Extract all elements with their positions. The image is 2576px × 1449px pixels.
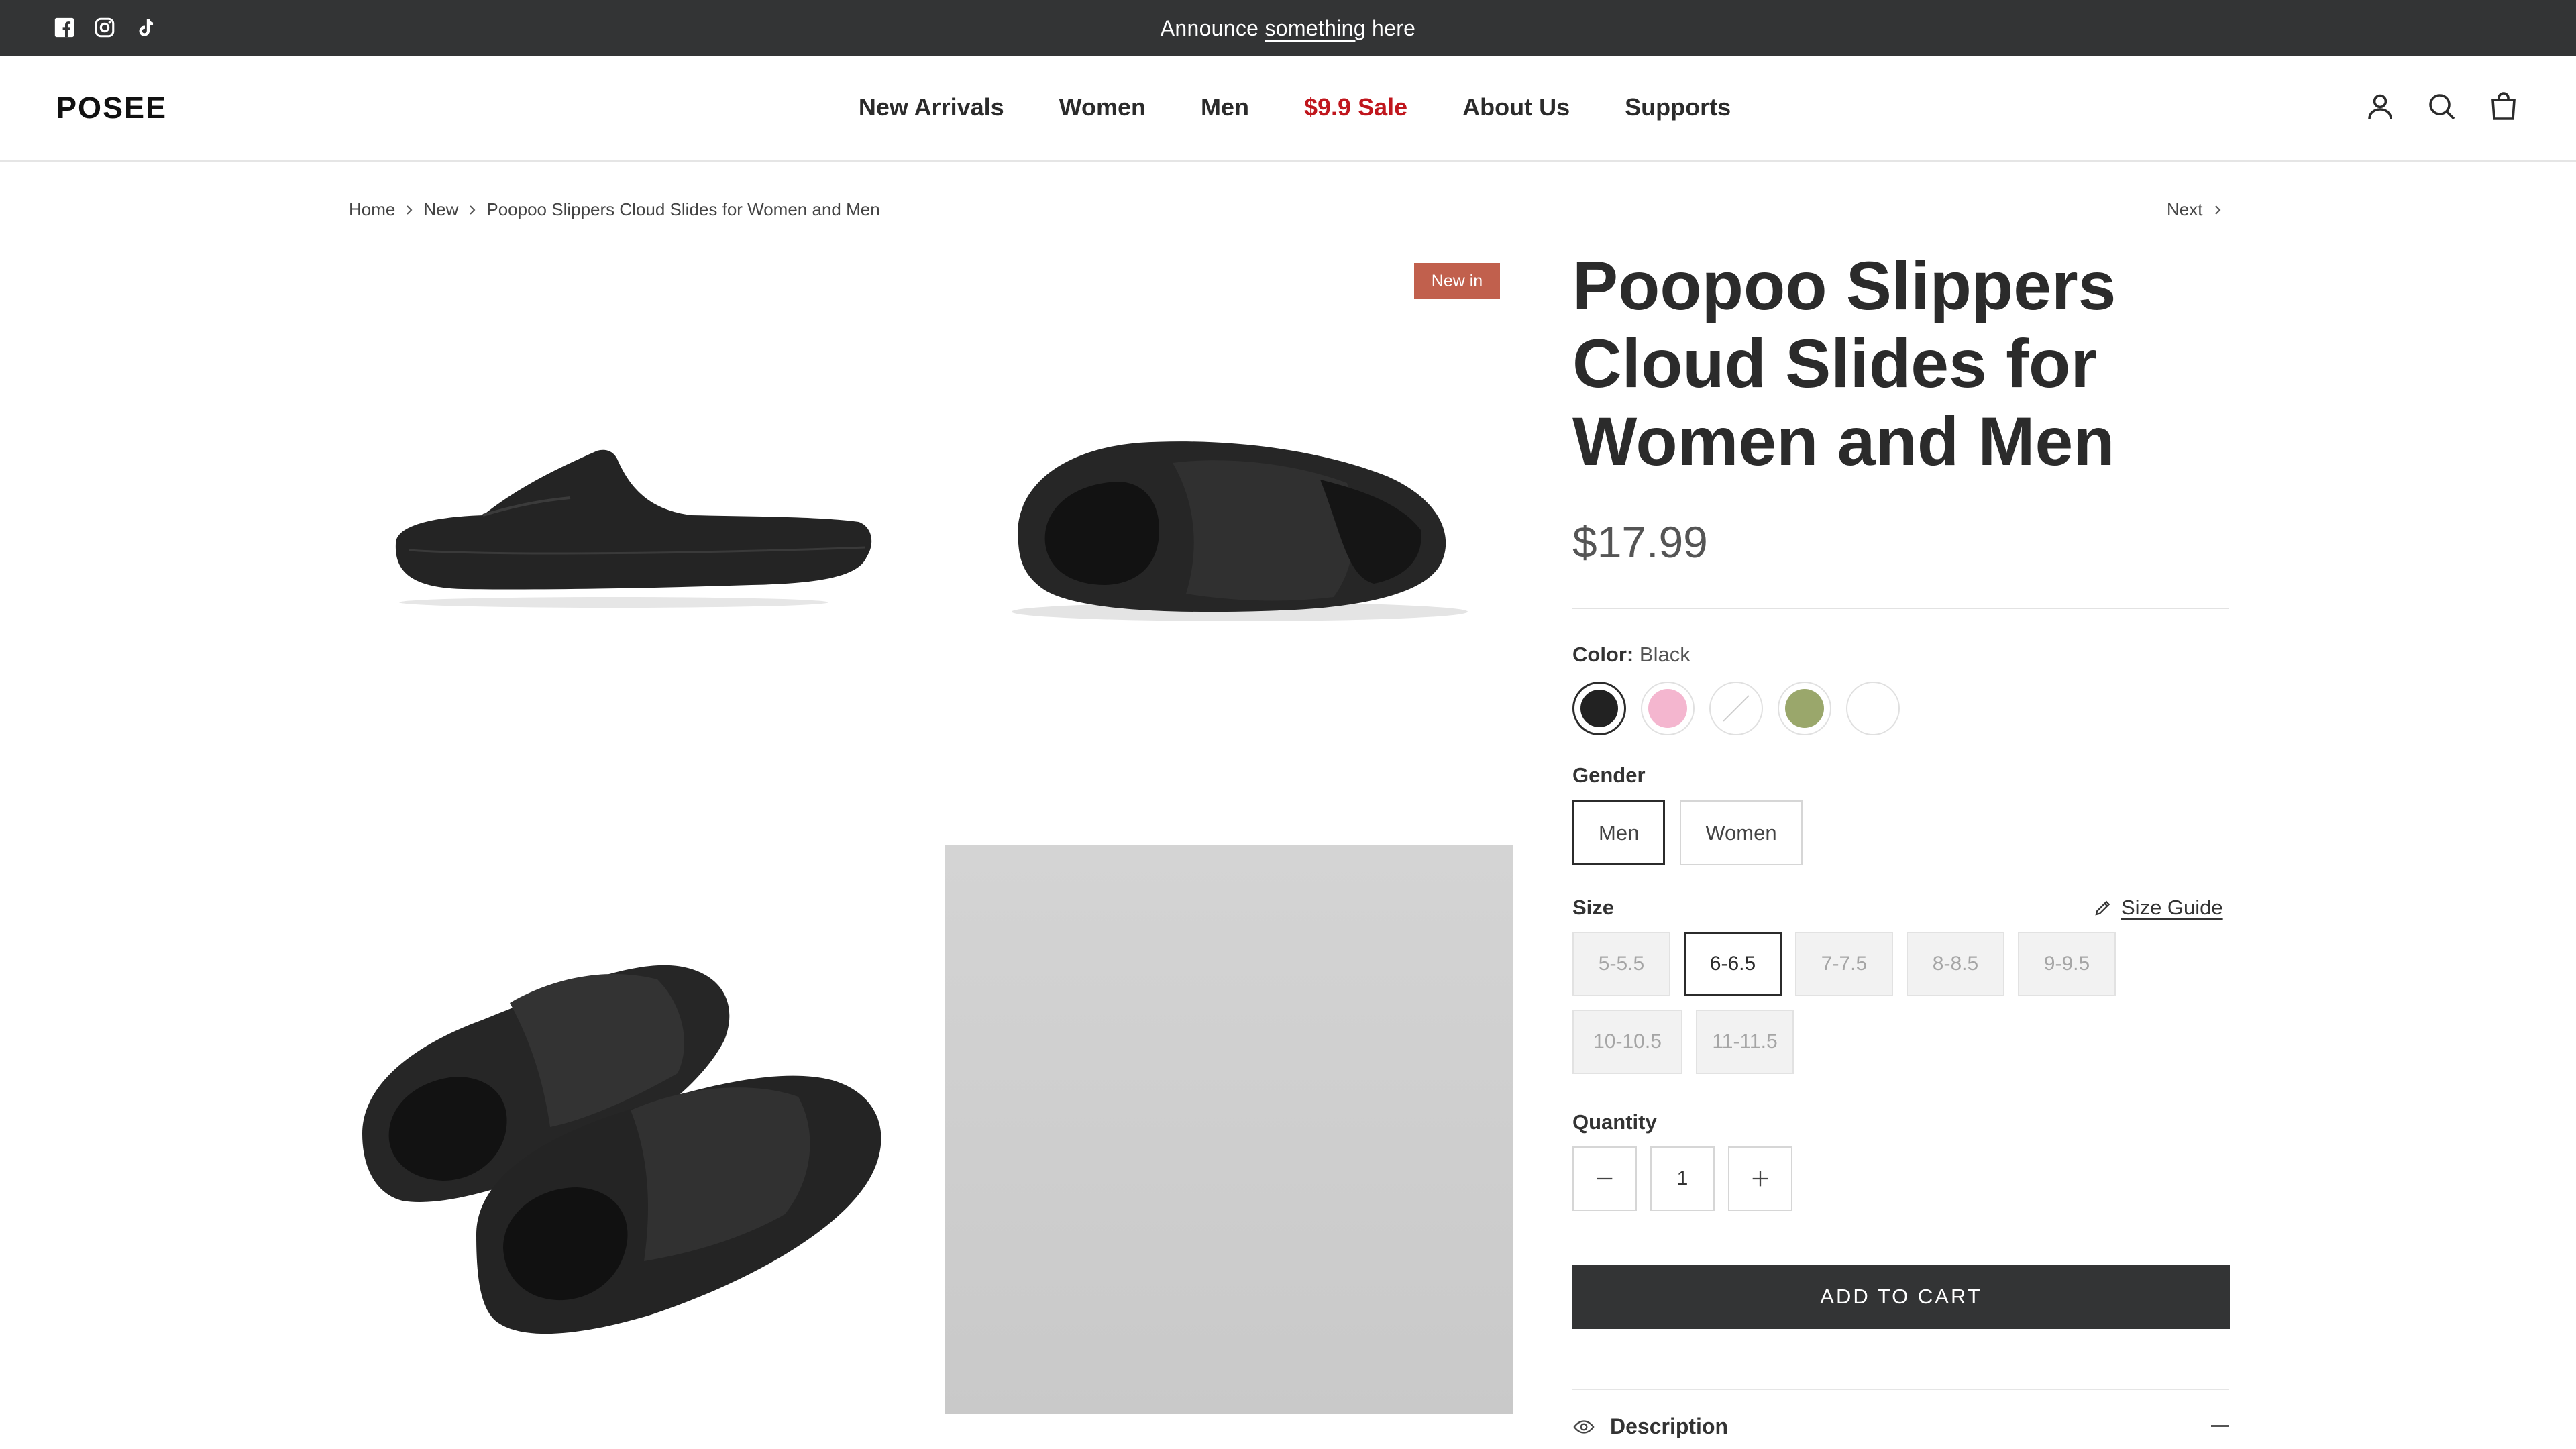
quantity-increase-button[interactable] xyxy=(1728,1146,1792,1211)
quantity-decrease-button[interactable] xyxy=(1572,1146,1637,1211)
product-image-side[interactable] xyxy=(349,262,919,832)
color-swatches xyxy=(1572,682,1900,735)
swatch-black[interactable] xyxy=(1572,682,1626,735)
nav-about-us[interactable]: About Us xyxy=(1462,93,1570,122)
nav-men[interactable]: Men xyxy=(1201,93,1249,122)
header-actions xyxy=(2364,91,2520,123)
divider xyxy=(1572,608,2229,609)
nav-supports[interactable]: Supports xyxy=(1625,93,1731,122)
divider xyxy=(1572,1389,2229,1390)
quantity-input[interactable]: 1 xyxy=(1650,1146,1715,1211)
announcement-text: Announce something here xyxy=(1160,16,1416,40)
breadcrumb-home[interactable]: Home xyxy=(349,199,395,220)
size-8-button[interactable]: 8-8.5 xyxy=(1907,932,2004,996)
swatch-white[interactable] xyxy=(1846,682,1900,735)
color-label: Color: Black xyxy=(1572,643,1690,666)
next-product-link[interactable]: Next xyxy=(2167,199,2222,220)
announcement-link[interactable]: something xyxy=(1265,16,1365,40)
breadcrumb-current: Poopoo Slippers Cloud Slides for Women a… xyxy=(486,199,880,219)
size-5-button[interactable]: 5-5.5 xyxy=(1572,932,1670,996)
add-to-cart-button[interactable]: ADD TO CART xyxy=(1572,1265,2230,1329)
account-icon[interactable] xyxy=(2364,91,2396,123)
size-guide-link[interactable]: Size Guide xyxy=(2093,896,2223,920)
product-image-pair[interactable] xyxy=(349,845,919,1415)
eye-icon xyxy=(1572,1415,1595,1438)
nav-sale[interactable]: $9.9 Sale xyxy=(1304,93,1407,122)
chevron-right-icon xyxy=(405,203,414,217)
nav-new-arrivals[interactable]: New Arrivals xyxy=(859,93,1004,122)
gender-label: Gender xyxy=(1572,763,1646,787)
site-header: POSEE New Arrivals Women Men $9.9 Sale A… xyxy=(0,56,2576,162)
pencil-icon xyxy=(2093,898,2113,918)
product-title: Poopoo Slippers Cloud Slides for Women a… xyxy=(1572,248,2116,480)
collapse-icon[interactable] xyxy=(2211,1425,2229,1427)
swatch-green[interactable] xyxy=(1778,682,1831,735)
next-label: Next xyxy=(2167,199,2203,219)
gender-options: Men Women xyxy=(1572,800,1803,865)
size-11-button[interactable]: 11-11.5 xyxy=(1696,1010,1794,1074)
nav-women[interactable]: Women xyxy=(1059,93,1146,122)
swatch-pink[interactable] xyxy=(1641,682,1695,735)
main-nav: New Arrivals Women Men $9.9 Sale About U… xyxy=(0,93,2576,122)
announcement-bar: Announce something here xyxy=(0,0,2576,56)
size-6-button[interactable]: 6-6.5 xyxy=(1684,932,1782,996)
swatch-unavailable[interactable] xyxy=(1709,682,1763,735)
plus-icon xyxy=(1749,1167,1772,1190)
product-image-angled[interactable] xyxy=(945,262,1513,832)
chevron-right-icon xyxy=(2213,203,2222,217)
minus-icon xyxy=(1593,1167,1616,1190)
quantity-label: Quantity xyxy=(1572,1110,1657,1134)
size-label: Size xyxy=(1572,896,1615,919)
product-image-placeholder[interactable] xyxy=(945,845,1513,1414)
breadcrumb: Home New Poopoo Slippers Cloud Slides fo… xyxy=(349,199,880,220)
description-toggle[interactable]: Description xyxy=(1572,1414,1728,1439)
search-icon[interactable] xyxy=(2426,91,2458,123)
gender-men-button[interactable]: Men xyxy=(1572,800,1666,865)
gender-women-button[interactable]: Women xyxy=(1680,800,1803,865)
product-price: $17.99 xyxy=(1572,517,1708,567)
cart-icon[interactable] xyxy=(2487,91,2520,123)
size-9-button[interactable]: 9-9.5 xyxy=(2018,932,2116,996)
chevron-right-icon xyxy=(468,203,477,217)
size-options: 5-5.5 6-6.5 7-7.5 8-8.5 9-9.5 10-10.5 11… xyxy=(1572,932,2230,1074)
color-value: Black xyxy=(1639,643,1690,666)
breadcrumb-new[interactable]: New xyxy=(423,199,458,220)
quantity-stepper: 1 xyxy=(1572,1146,1792,1211)
new-in-badge: New in xyxy=(1414,263,1500,299)
size-10-button[interactable]: 10-10.5 xyxy=(1572,1010,1682,1074)
size-7-button[interactable]: 7-7.5 xyxy=(1795,932,1893,996)
